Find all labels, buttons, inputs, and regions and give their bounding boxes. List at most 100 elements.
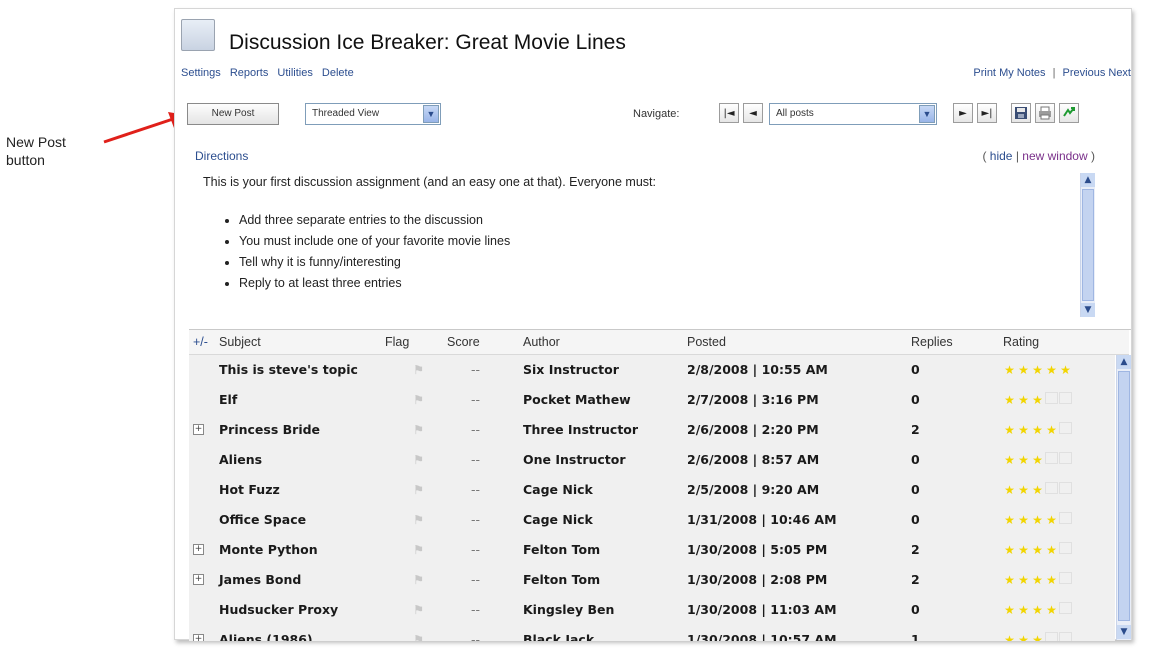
star-filled-icon[interactable]: ★ [1017, 544, 1030, 556]
cell-subject[interactable]: Office Space [219, 512, 306, 527]
flag-icon[interactable]: ⚑ [413, 572, 424, 587]
rating-stars[interactable]: ★ ★ ★ ★ [1003, 542, 1073, 557]
next-link[interactable]: Next [1108, 67, 1131, 79]
star-filled-icon[interactable]: ★ [1017, 514, 1030, 526]
star-filled-icon[interactable]: ★ [1003, 454, 1016, 466]
new-window-link[interactable]: new window [1022, 149, 1087, 163]
chevron-down-icon[interactable]: ▼ [919, 105, 935, 123]
cell-subject[interactable]: Aliens [219, 452, 262, 467]
scroll-up-icon[interactable]: ▲ [1081, 173, 1095, 187]
star-empty-icon[interactable] [1045, 392, 1058, 404]
star-filled-icon[interactable]: ★ [1017, 364, 1030, 376]
star-filled-icon[interactable]: ★ [1031, 364, 1044, 376]
column-rating[interactable]: Rating [1003, 335, 1039, 349]
save-icon[interactable] [1011, 103, 1031, 123]
star-empty-icon[interactable] [1059, 572, 1072, 584]
column-author[interactable]: Author [523, 335, 560, 349]
previous-page-button[interactable]: ◄ [743, 103, 763, 123]
star-empty-icon[interactable] [1059, 632, 1072, 641]
star-filled-icon[interactable]: ★ [1003, 634, 1016, 641]
star-empty-icon[interactable] [1059, 512, 1072, 524]
rating-stars[interactable]: ★ ★ ★ ★ ★ [1003, 362, 1073, 377]
hide-directions-link[interactable]: hide [990, 149, 1013, 163]
first-page-button[interactable]: |◄ [719, 103, 739, 123]
rating-stars[interactable]: ★ ★ ★ [1003, 632, 1073, 641]
table-row[interactable]: Hudsucker Proxy ⚑ -- Kingsley Ben 1/30/2008 … [189, 595, 1115, 626]
star-filled-icon[interactable]: ★ [1017, 484, 1030, 496]
rating-stars[interactable]: ★ ★ ★ ★ [1003, 512, 1073, 527]
star-filled-icon[interactable]: ★ [1045, 574, 1058, 586]
star-filled-icon[interactable]: ★ [1059, 364, 1072, 376]
star-empty-icon[interactable] [1045, 482, 1058, 494]
star-filled-icon[interactable]: ★ [1031, 424, 1044, 436]
column-subject[interactable]: Subject [219, 335, 261, 349]
column-score[interactable]: Score [447, 335, 480, 349]
rating-stars[interactable]: ★ ★ ★ [1003, 392, 1073, 407]
chevron-down-icon[interactable]: ▼ [423, 105, 439, 123]
star-filled-icon[interactable]: ★ [1017, 634, 1030, 641]
star-filled-icon[interactable]: ★ [1045, 604, 1058, 616]
table-row[interactable]: Office Space ⚑ -- Cage Nick 1/31/2008 | 10:4… [189, 505, 1115, 536]
table-row[interactable]: + Aliens (1986) ⚑ -- Black Jack 1/30/2008 | 1… [189, 625, 1115, 641]
star-filled-icon[interactable]: ★ [1017, 424, 1030, 436]
star-empty-icon[interactable] [1059, 602, 1072, 614]
scroll-down-icon[interactable]: ▼ [1081, 303, 1095, 317]
table-row[interactable]: Elf ⚑ -- Pocket Mathew 2/7/2008 | 3:16 PM 0 ★ ★… [189, 385, 1115, 416]
cell-subject[interactable]: This is steve's topiс [219, 362, 358, 377]
star-filled-icon[interactable]: ★ [1045, 544, 1058, 556]
scroll-thumb[interactable] [1082, 189, 1094, 301]
column-replies[interactable]: Replies [911, 335, 953, 349]
star-empty-icon[interactable] [1059, 452, 1072, 464]
star-empty-icon[interactable] [1045, 632, 1058, 641]
flag-icon[interactable]: ⚑ [413, 542, 424, 557]
star-filled-icon[interactable]: ★ [1031, 484, 1044, 496]
utilities-link[interactable]: Utilities [277, 67, 312, 79]
star-filled-icon[interactable]: ★ [1017, 574, 1030, 586]
star-filled-icon[interactable]: ★ [1045, 364, 1058, 376]
table-row[interactable]: This is steve's topiс ⚑ -- Six Instructor 2/… [189, 355, 1115, 386]
scroll-up-icon[interactable]: ▲ [1117, 355, 1131, 369]
star-filled-icon[interactable]: ★ [1003, 484, 1016, 496]
column-flag[interactable]: Flag [385, 335, 409, 349]
scroll-thumb[interactable] [1118, 371, 1130, 621]
star-filled-icon[interactable]: ★ [1003, 574, 1016, 586]
flag-icon[interactable]: ⚑ [413, 482, 424, 497]
star-filled-icon[interactable]: ★ [1003, 394, 1016, 406]
star-empty-icon[interactable] [1059, 542, 1072, 554]
table-row[interactable]: + Princess Bride ⚑ -- Three Instructor 2/6/20… [189, 415, 1115, 446]
cell-subject[interactable]: Princess Bride [219, 422, 320, 437]
flag-icon[interactable]: ⚑ [413, 512, 424, 527]
cell-subject[interactable]: James Bond [219, 572, 301, 587]
star-empty-icon[interactable] [1045, 452, 1058, 464]
table-row[interactable]: + Monte Python ⚑ -- Felton Tom 1/30/2008 | 5:… [189, 535, 1115, 566]
flag-icon[interactable]: ⚑ [413, 632, 424, 641]
print-icon[interactable] [1035, 103, 1055, 123]
cell-subject[interactable]: Hudsucker Proxy [219, 602, 338, 617]
star-filled-icon[interactable]: ★ [1031, 634, 1044, 641]
table-row[interactable]: Hot Fuzz ⚑ -- Cage Nick 2/5/2008 | 9:20 AM 0 ★… [189, 475, 1115, 506]
expand-thread-icon[interactable]: + [193, 544, 204, 555]
cell-subject[interactable]: Monte Python [219, 542, 318, 557]
star-filled-icon[interactable]: ★ [1017, 394, 1030, 406]
column-posted[interactable]: Posted [687, 335, 726, 349]
rating-stars[interactable]: ★ ★ ★ ★ [1003, 422, 1073, 437]
settings-link[interactable]: Settings [181, 67, 221, 79]
rating-stars[interactable]: ★ ★ ★ [1003, 452, 1073, 467]
directions-scrollbar[interactable]: ▲ ▼ [1080, 173, 1095, 317]
cell-subject[interactable]: Hot Fuzz [219, 482, 280, 497]
flag-icon[interactable]: ⚑ [413, 362, 424, 377]
new-post-button[interactable]: New Post [187, 103, 279, 125]
expand-thread-icon[interactable]: + [193, 634, 204, 641]
posts-select[interactable]: All posts ▼ [769, 103, 937, 125]
star-empty-icon[interactable] [1059, 482, 1072, 494]
flag-icon[interactable]: ⚑ [413, 452, 424, 467]
star-filled-icon[interactable]: ★ [1031, 394, 1044, 406]
star-filled-icon[interactable]: ★ [1031, 574, 1044, 586]
scroll-down-icon[interactable]: ▼ [1117, 625, 1131, 639]
expand-thread-icon[interactable]: + [193, 574, 204, 585]
reports-link[interactable]: Reports [230, 67, 269, 79]
rating-stars[interactable]: ★ ★ ★ ★ [1003, 572, 1073, 587]
grid-scrollbar[interactable]: ▲ ▼ [1116, 355, 1131, 640]
flag-icon[interactable]: ⚑ [413, 422, 424, 437]
star-filled-icon[interactable]: ★ [1045, 514, 1058, 526]
